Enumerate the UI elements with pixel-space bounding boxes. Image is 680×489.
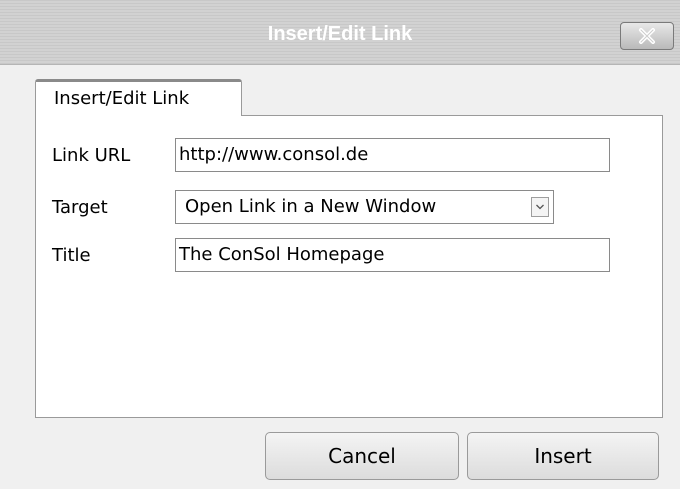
chevron-down-icon[interactable]: [531, 197, 549, 217]
link-url-input[interactable]: http://www.consol.de: [175, 138, 610, 172]
close-button[interactable]: [620, 22, 674, 50]
insert-button[interactable]: Insert: [467, 432, 659, 480]
dialog-titlebar[interactable]: Insert/Edit Link: [0, 0, 680, 65]
link-url-label: Link URL: [52, 145, 131, 166]
title-label: Title: [52, 245, 91, 266]
cancel-button[interactable]: Cancel: [265, 432, 459, 480]
target-select[interactable]: Open Link in a New Window: [175, 190, 554, 224]
dialog-title: Insert/Edit Link: [267, 23, 413, 45]
insert-edit-link-dialog: Insert/Edit Link Insert/Edit Link Link U…: [0, 0, 680, 489]
title-input[interactable]: The ConSol Homepage: [175, 238, 610, 272]
tab-insert-edit-link[interactable]: Insert/Edit Link: [35, 79, 242, 116]
target-select-value: Open Link in a New Window: [185, 196, 437, 217]
target-label: Target: [52, 197, 108, 218]
close-icon: [638, 28, 656, 44]
tab-label: Insert/Edit Link: [54, 88, 190, 109]
